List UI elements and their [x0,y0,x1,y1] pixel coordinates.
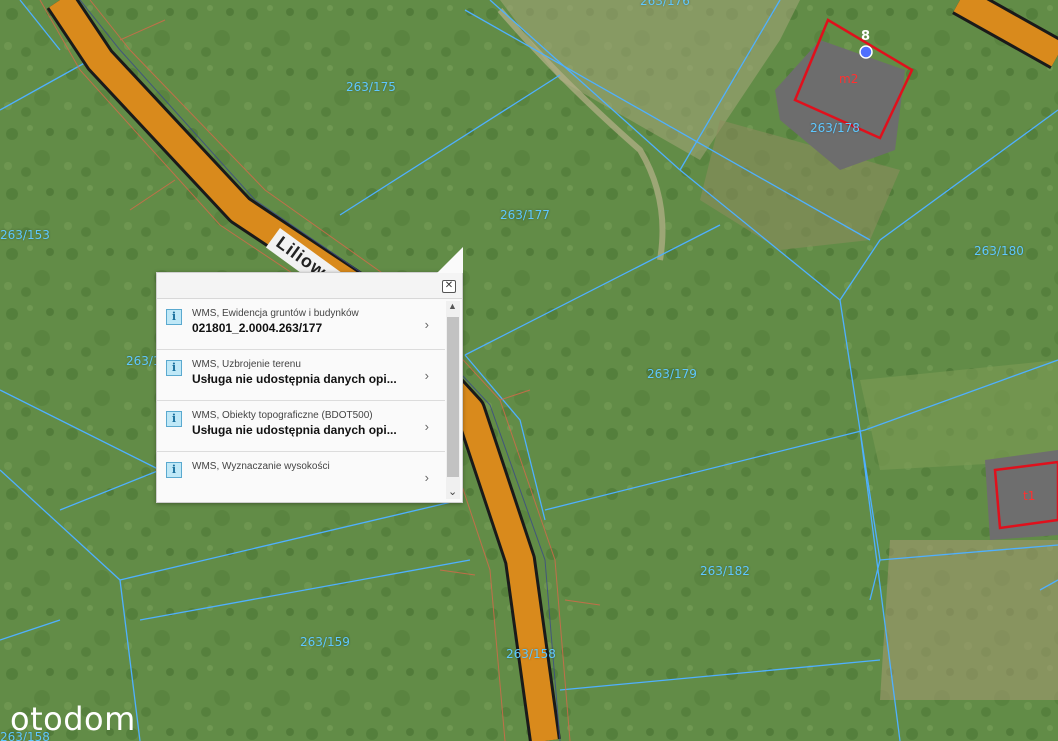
layer-name: WMS, Ewidencja gruntów i budynków [192,308,359,319]
plot-label: 263/182 [700,564,750,578]
popup-header: ✕ [157,273,462,299]
popup-item[interactable]: i WMS, Ewidencja gruntów i budynków 0218… [157,299,445,350]
close-icon[interactable]: ✕ [442,280,456,293]
popup-pointer [437,247,463,273]
chevron-right-icon[interactable]: › [425,317,429,332]
plot-label: 263/175 [346,80,396,94]
feature-info-popup: ✕ i WMS, Ewidencja gruntów i budynków 02… [156,247,463,503]
chevron-right-icon[interactable]: › [425,368,429,383]
popup-item[interactable]: i WMS, Obiekty topograficzne (BDOT500) U… [157,401,445,452]
plot-label: 263/180 [974,244,1024,258]
popup-item[interactable]: i WMS, Wyznaczanie wysokości › [157,452,445,501]
otodom-logo: otodom [10,700,136,738]
building-label: m2 [839,72,859,86]
popup-item-list: i WMS, Ewidencja gruntów i budynków 0218… [157,299,445,501]
building-number: 8 [861,29,871,44]
layer-name: WMS, Obiekty topograficzne (BDOT500) [192,410,373,421]
plot-label: 263/179 [647,367,697,381]
plot-label: 263/178 [810,121,860,135]
plot-label: 263/159 [300,635,350,649]
layer-value: Usługa nie udostępnia danych opi... [192,423,397,437]
scrollbar-thumb[interactable] [447,317,459,477]
chevron-down-icon[interactable]: ⌄ [448,485,457,498]
layer-value: 021801_2.0004.263/177 [192,321,323,335]
chevron-right-icon[interactable]: › [425,470,429,485]
popup-scrollbar[interactable]: ▲ ⌄ [446,301,460,499]
popup-item[interactable]: i WMS, Uzbrojenie terenu Usługa nie udos… [157,350,445,401]
scroll-up-icon[interactable]: ▲ [448,301,457,311]
chevron-right-icon[interactable]: › [425,419,429,434]
layer-name: WMS, Wyznaczanie wysokości [192,461,330,472]
plot-label: 263/153 [0,228,50,242]
plot-label: 263/158 [506,647,556,661]
plot-label: 263/176 [640,0,690,8]
plot-label: 263/177 [500,208,550,222]
info-icon: i [166,462,182,478]
layer-value: Usługa nie udostępnia danych opi... [192,372,397,386]
building-label: t1 [1023,489,1036,503]
info-icon: i [166,309,182,325]
info-icon: i [166,360,182,376]
info-icon: i [166,411,182,427]
layer-name: WMS, Uzbrojenie terenu [192,359,301,370]
